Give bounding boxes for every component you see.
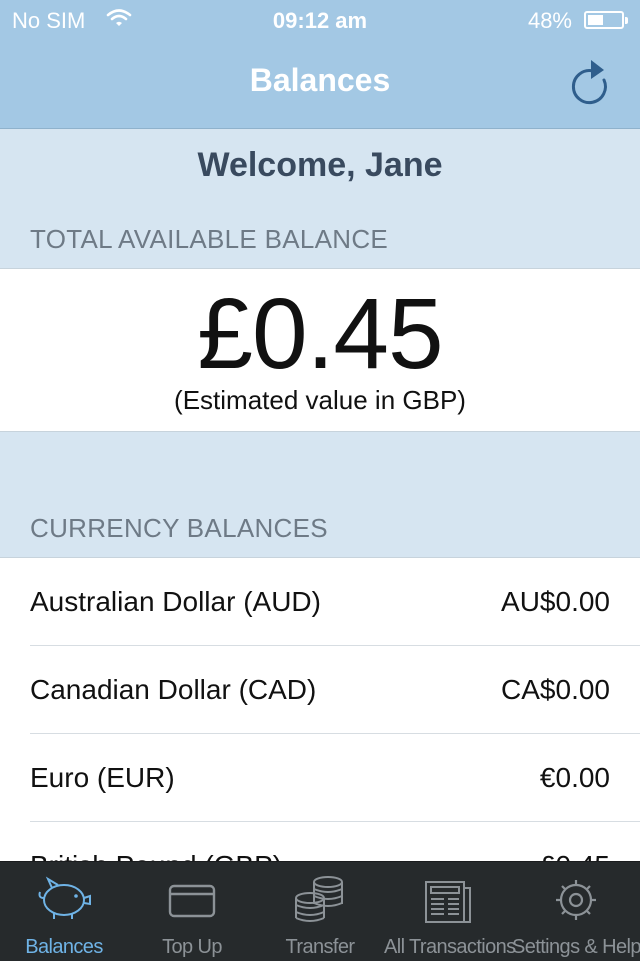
tab-all-transactions[interactable]: All Transactions <box>384 862 516 961</box>
currency-row[interactable]: Canadian Dollar (CAD) CA$0.00 <box>30 646 640 734</box>
tab-top-up[interactable]: Top Up <box>128 862 256 961</box>
tab-bar: Balances Top Up Transfer All Transaction… <box>0 861 640 961</box>
currency-list: Australian Dollar (AUD) AU$0.00 Canadian… <box>0 557 640 862</box>
currency-name: Australian Dollar (AUD) <box>30 586 321 617</box>
currency-row[interactable]: Australian Dollar (AUD) AU$0.00 <box>30 558 640 646</box>
tab-transfer[interactable]: Transfer <box>256 862 384 961</box>
coins-icon <box>256 874 384 926</box>
currency-amount: €0.00 <box>539 762 610 793</box>
tab-label: All Transactions <box>384 936 516 958</box>
tab-balances[interactable]: Balances <box>0 862 128 961</box>
currency-amount: AU$0.00 <box>501 586 610 617</box>
newspaper-icon <box>384 874 512 926</box>
currency-name: Euro (EUR) <box>30 762 175 793</box>
currency-amount: CA$0.00 <box>501 674 610 705</box>
gear-icon <box>512 874 640 926</box>
card-icon <box>128 874 256 926</box>
currency-row[interactable]: Euro (EUR) €0.00 <box>30 734 640 822</box>
welcome-message: Welcome, Jane <box>197 146 443 184</box>
status-bar: No SIM 09:12 am 48% <box>0 0 640 40</box>
total-balance-label: TOTAL AVAILABLE BALANCE <box>30 224 389 254</box>
currency-row[interactable]: British Pound (GBP) £0.45 <box>30 822 640 862</box>
total-balance-card: £0.45 (Estimated value in GBP) <box>0 268 640 432</box>
page-title: Balances <box>249 62 391 98</box>
battery-percent: 48% <box>527 8 572 33</box>
total-balance-note: (Estimated value in GBP) <box>174 385 466 415</box>
tab-label: Settings & Help <box>512 936 640 958</box>
currency-name: Canadian Dollar (CAD) <box>30 674 317 705</box>
tab-label: Transfer <box>285 936 356 958</box>
tab-label: Balances <box>25 936 103 958</box>
piggy-bank-icon <box>0 874 128 926</box>
currency-balances-label: CURRENCY BALANCES <box>30 513 328 543</box>
nav-header: No SIM 09:12 am 48% Balances <box>0 0 640 129</box>
tab-label: Top Up <box>162 936 222 958</box>
tab-settings-help[interactable]: Settings & Help <box>512 862 640 961</box>
battery-icon <box>584 11 628 29</box>
refresh-icon[interactable] <box>566 56 614 108</box>
total-balance-amount: £0.45 <box>197 278 443 390</box>
